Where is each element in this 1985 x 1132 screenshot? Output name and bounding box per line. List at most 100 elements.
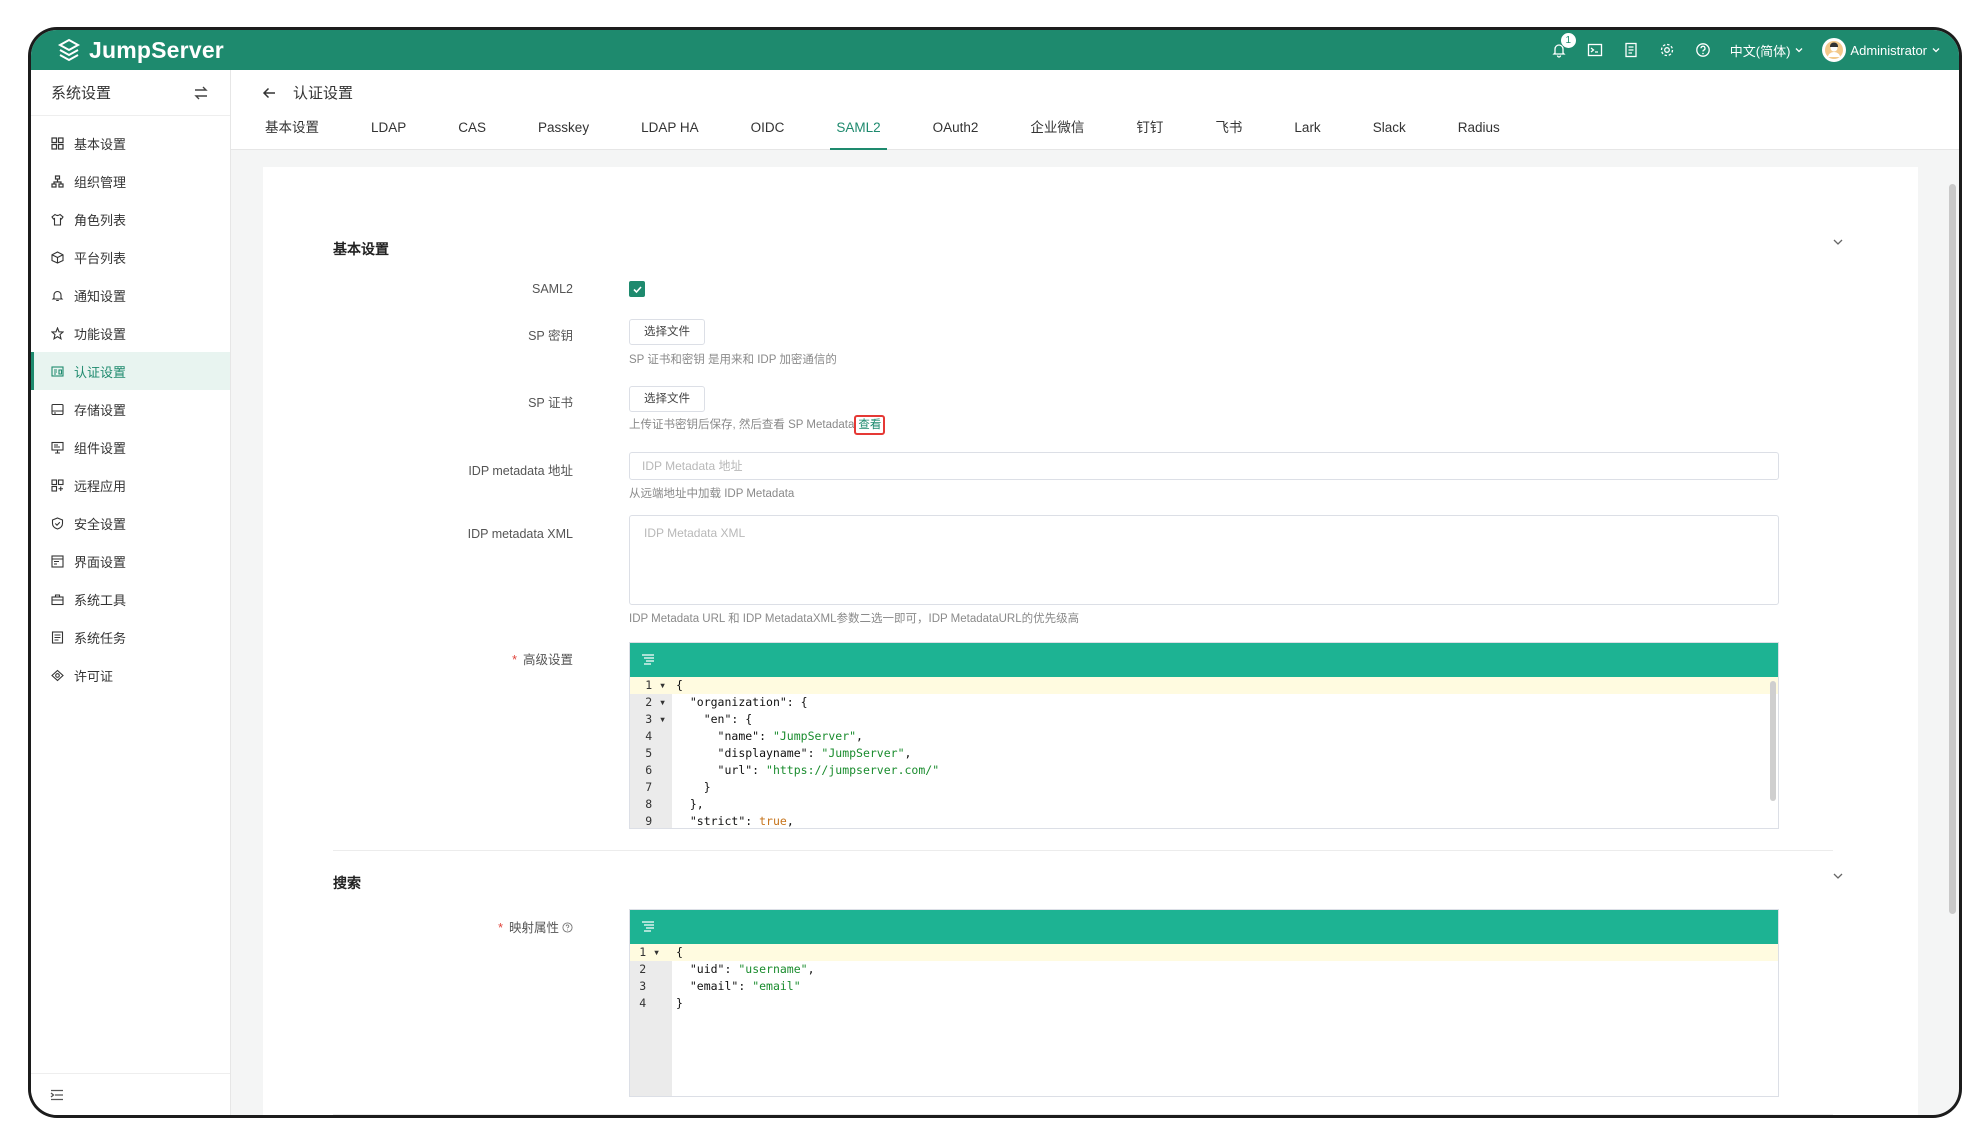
sidebar-item-tools[interactable]: 系统工具 xyxy=(31,580,230,618)
json-key: "uid" xyxy=(689,962,725,976)
section-divider xyxy=(333,1114,1833,1115)
chevron-down-icon xyxy=(1795,48,1803,53)
sidebar-item-label: 基本设置 xyxy=(74,136,127,152)
settings-tabs: 基本设置 LDAP CAS Passkey LDAP HA OIDC SAML2… xyxy=(265,110,1552,150)
json-key: "name" xyxy=(717,729,760,743)
editor-toolbar xyxy=(630,910,1778,944)
sidebar-item-tasks[interactable]: 系统任务 xyxy=(31,618,230,656)
sidebar-item-remote-apps[interactable]: 远程应用 xyxy=(31,466,230,504)
language-label: 中文(简体) xyxy=(1729,43,1791,59)
sp-key-label: SP 密钥 xyxy=(528,329,573,343)
sidebar-item-roles[interactable]: 角色列表 xyxy=(31,200,230,238)
language-switcher[interactable]: 中文(简体) xyxy=(1730,41,1805,60)
sidebar-item-interface[interactable]: 界面设置 xyxy=(31,542,230,580)
idp-metadata-xml-textarea[interactable]: IDP Metadata XML xyxy=(629,515,1779,605)
sp-cert-file-button[interactable]: 选择文件 xyxy=(629,386,705,412)
format-json-icon[interactable] xyxy=(640,652,656,668)
saml2-checkbox[interactable] xyxy=(629,281,645,297)
collapse-basic-icon[interactable] xyxy=(1831,235,1845,249)
editor-body[interactable]: 1 ▾ { 2 "uid": "username", 3 "email": "em… xyxy=(630,944,1778,1096)
app-window: JumpServer 1 中文(简体) Administrator 系统设置 基… xyxy=(31,30,1959,1115)
tab-feishu[interactable]: 飞书 xyxy=(1215,110,1242,150)
tab-oauth2[interactable]: OAuth2 xyxy=(933,110,979,150)
settings-form-card: 基本设置 SAML2 SP 密钥 选择文件 SP 证书和密钥 是用来和 IDP … xyxy=(263,167,1918,1115)
tab-slack[interactable]: Slack xyxy=(1373,110,1406,150)
sidebar-item-label: 通知设置 xyxy=(74,288,127,304)
user-avatar-icon xyxy=(1825,41,1844,59)
sidebar-item-label: 系统任务 xyxy=(74,630,127,646)
user-menu[interactable]: Administrator xyxy=(1822,38,1941,62)
help-icon[interactable] xyxy=(1694,41,1712,59)
code-line: 3 ▾ "en": { xyxy=(630,711,1778,728)
breadcrumb: 认证设置 xyxy=(261,82,353,103)
idp-url-label: IDP metadata 地址 xyxy=(468,464,573,478)
view-metadata-link[interactable]: 查看 xyxy=(854,415,886,435)
notification-bell-icon[interactable]: 1 xyxy=(1550,33,1576,59)
line-number-value: 6 xyxy=(645,763,653,777)
sidebar-item-platforms[interactable]: 平台列表 xyxy=(31,238,230,276)
code-text: "email": "email" xyxy=(689,979,801,993)
page-scrollbar[interactable] xyxy=(1948,152,1956,1115)
line-number-value: 8 xyxy=(645,797,653,811)
tab-radius[interactable]: Radius xyxy=(1458,110,1500,150)
idp-xml-hint: IDP Metadata URL 和 IDP MetadataXML参数二选一即… xyxy=(629,613,1080,625)
sidebar-item-auth[interactable]: 认证设置 xyxy=(31,352,230,390)
grid-icon xyxy=(51,136,64,150)
tab-wecom[interactable]: 企业微信 xyxy=(1030,110,1084,150)
star-icon xyxy=(51,326,64,340)
mapping-label: * 映射属性 xyxy=(333,917,573,936)
back-arrow-icon[interactable] xyxy=(261,85,277,101)
settings-gear-icon[interactable] xyxy=(1658,41,1676,59)
sidebar-item-components[interactable]: 组件设置 xyxy=(31,428,230,466)
format-json-icon[interactable] xyxy=(640,919,656,935)
tab-dingtalk[interactable]: 钉钉 xyxy=(1136,110,1163,150)
page-header: 认证设置 基本设置 LDAP CAS Passkey LDAP HA OIDC … xyxy=(231,70,1959,150)
question-circle-icon[interactable] xyxy=(562,922,573,933)
logo[interactable]: JumpServer xyxy=(57,35,224,65)
sidebar-item-security[interactable]: 安全设置 xyxy=(31,504,230,542)
line-number: 5 xyxy=(630,745,666,762)
sidebar-item-org[interactable]: 组织管理 xyxy=(31,162,230,200)
tab-ldap-ha[interactable]: LDAP HA xyxy=(641,110,699,150)
line-number-value: 7 xyxy=(645,780,653,794)
sidebar-item-storage[interactable]: 存储设置 xyxy=(31,390,230,428)
json-string: "JumpServer" xyxy=(821,746,905,760)
json-boolean: true xyxy=(759,814,787,828)
tab-oidc[interactable]: OIDC xyxy=(751,110,785,150)
json-string: "JumpServer" xyxy=(772,729,857,743)
sidebar-item-label: 安全设置 xyxy=(74,516,127,532)
editor-scrollbar[interactable] xyxy=(1770,681,1776,801)
tab-saml2[interactable]: SAML2 xyxy=(830,110,887,150)
terminal-icon[interactable] xyxy=(1586,41,1604,59)
switch-view-icon[interactable] xyxy=(192,84,210,102)
sidebar-item-label: 界面设置 xyxy=(74,554,127,570)
tab-cas[interactable]: CAS xyxy=(458,110,486,150)
line-number: 7 xyxy=(630,779,666,796)
tab-lark[interactable]: Lark xyxy=(1294,110,1320,150)
tab-basic[interactable]: 基本设置 xyxy=(265,110,319,150)
sidebar-item-features[interactable]: 功能设置 xyxy=(31,314,230,352)
shirt-icon xyxy=(51,213,64,226)
line-number-value: 5 xyxy=(645,746,653,760)
sidebar-item-label: 认证设置 xyxy=(74,364,127,380)
sidebar-item-basic[interactable]: 基本设置 xyxy=(31,124,230,162)
code-line: 2 ▾ "organization": { xyxy=(630,694,1778,711)
bell-icon xyxy=(51,290,64,301)
sidebar-item-license[interactable]: 许可证 xyxy=(31,656,230,694)
sidebar-item-notifications[interactable]: 通知设置 xyxy=(31,276,230,314)
collapse-menu-icon[interactable] xyxy=(49,1087,65,1103)
collapse-search-icon[interactable] xyxy=(1831,869,1845,883)
tab-ldap[interactable]: LDAP xyxy=(371,110,406,150)
line-number-value: 9 xyxy=(645,814,653,828)
mapping-json-editor[interactable]: 1 ▾ { 2 "uid": "username", 3 "email": "em… xyxy=(629,909,1779,1097)
sidebar-item-label: 许可证 xyxy=(74,668,114,684)
sp-key-file-button[interactable]: 选择文件 xyxy=(629,319,705,345)
document-icon[interactable] xyxy=(1622,41,1640,59)
line-number-value: 2 xyxy=(645,695,653,709)
advanced-json-editor[interactable]: 1 ▾ { 2 ▾ "organization": { 3 ▾ "en": { 4… xyxy=(629,642,1779,829)
editor-body[interactable]: 1 ▾ { 2 ▾ "organization": { 3 ▾ "en": { 4… xyxy=(630,677,1778,828)
page-scrollbar-thumb[interactable] xyxy=(1949,184,1956,914)
org-icon xyxy=(51,174,64,188)
idp-metadata-url-input[interactable]: IDP Metadata 地址 xyxy=(629,452,1779,480)
tab-passkey[interactable]: Passkey xyxy=(538,110,589,150)
